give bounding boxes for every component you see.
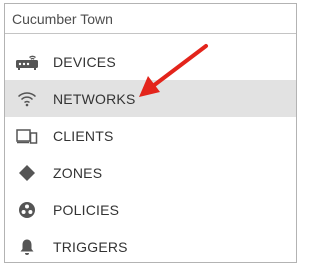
nav-label-networks: NETWORKS <box>53 90 136 107</box>
device-router-icon <box>15 51 39 73</box>
nav-item-zones[interactable]: ZONES <box>5 154 296 191</box>
nav-item-networks[interactable]: NETWORKS <box>5 80 296 117</box>
nav-label-policies: POLICIES <box>53 201 120 218</box>
nav-label-zones: ZONES <box>53 164 103 181</box>
nav-item-devices[interactable]: DEVICES <box>5 43 296 80</box>
bell-icon <box>15 236 39 258</box>
wifi-icon <box>15 88 39 110</box>
nav-menu: DEVICES NETWORKS CLIENTS ZONES POLICIES … <box>5 43 296 265</box>
nav-item-clients[interactable]: CLIENTS <box>5 117 296 154</box>
nav-item-triggers[interactable]: TRIGGERS <box>5 228 296 265</box>
zones-diamond-icon <box>15 162 39 184</box>
nav-label-clients: CLIENTS <box>53 127 114 144</box>
nav-label-triggers: TRIGGERS <box>53 238 128 255</box>
clients-icon <box>15 125 39 147</box>
location-selector-value: Cucumber Town <box>12 10 113 27</box>
navigation-panel: Cucumber Town DEVICES NETWORKS CLIENTS Z… <box>4 3 297 263</box>
policies-icon <box>15 199 39 221</box>
nav-label-devices: DEVICES <box>53 53 116 70</box>
nav-item-policies[interactable]: POLICIES <box>5 191 296 228</box>
location-selector[interactable]: Cucumber Town <box>5 4 296 34</box>
